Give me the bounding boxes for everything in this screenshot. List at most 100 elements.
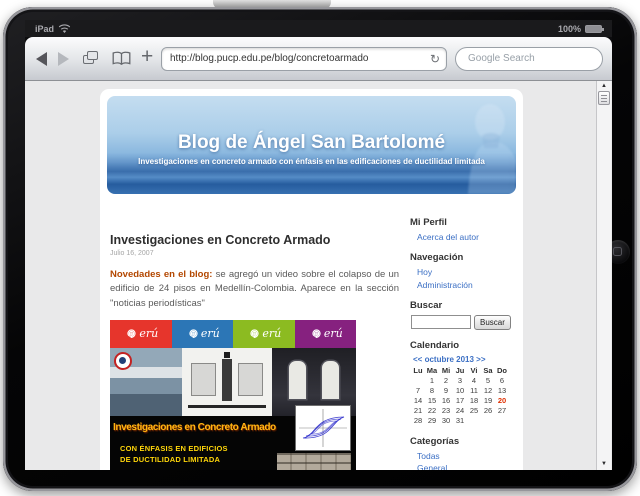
sidebar-link-acerca-del-autor[interactable]: Acerca del autor (417, 232, 518, 242)
hysteresis-chart-image (295, 405, 351, 451)
scrollbar[interactable]: ▲ ▼ (596, 81, 611, 470)
scrollbar-thumb[interactable] (598, 91, 610, 105)
sidebar-link-todas[interactable]: Todas (417, 451, 518, 461)
post-title: Investigaciones en Concreto Armado (110, 233, 399, 247)
post-lead: Novedades en el blog: (110, 269, 212, 280)
calendar-day: 25 (467, 406, 481, 416)
sidebar-section-buscar: Buscar Buscar (410, 300, 518, 330)
sidebar-link-administracion[interactable]: Administración (417, 280, 518, 290)
post-body: Novedades en el blog: se agregó un video… (110, 268, 399, 311)
peru-spiral-icon (185, 325, 202, 342)
sidebar-search-input[interactable] (411, 315, 471, 329)
scroll-up-arrow[interactable]: ▲ (597, 83, 611, 89)
calendar-day-header: Ju (453, 366, 467, 376)
search-field[interactable]: Google Search (455, 47, 603, 71)
calendar-day: 30 (439, 416, 453, 426)
status-bar: iPad 100% (25, 20, 612, 37)
calendar-day: 27 (495, 406, 509, 416)
calendar-prev-link[interactable]: << (413, 355, 422, 364)
calendar-day: 31 (453, 416, 467, 426)
calendar-day: 23 (439, 406, 453, 416)
pages-icon[interactable] (83, 51, 99, 66)
peru-logo-strip: erú erú erú (110, 320, 356, 348)
collapsed-building-photo (110, 348, 182, 416)
calendar-day (495, 416, 509, 426)
sidebar-search-button[interactable]: Buscar (474, 315, 511, 330)
calendar-day (481, 416, 495, 426)
sidebar-section-categorias: Categorías Todas General (410, 436, 518, 471)
blog-title: Blog de Ángel San Bartolomé (107, 132, 516, 154)
peru-logo-green: erú (233, 320, 295, 348)
calendar-day: 18 (467, 396, 481, 406)
calendar-day-header: Do (495, 366, 509, 376)
calendar-day: 19 (481, 396, 495, 406)
add-tab-button[interactable]: + (141, 45, 153, 69)
peru-spiral-icon (308, 325, 325, 342)
calendar-day: 22 (425, 406, 439, 416)
sidebar-section-mi-perfil: Mi Perfil Acerca del autor (410, 217, 518, 242)
forward-button[interactable] (58, 52, 69, 66)
calendar-day-header: Mi (439, 366, 453, 376)
calendar-day: 1 (425, 376, 439, 386)
calendar-next-link[interactable]: >> (476, 355, 485, 364)
concrete-frame-photo (277, 453, 351, 470)
calendar-day (467, 416, 481, 426)
device-label: iPad (35, 24, 54, 34)
test-rig-diagram (182, 348, 272, 416)
calendar-day: 14 (411, 396, 425, 406)
address-bar[interactable]: http://blog.pucp.edu.pe/blog/concretoarm… (161, 47, 447, 71)
scroll-down-arrow[interactable]: ▼ (597, 461, 611, 467)
post-date: Julio 16, 2007 (110, 250, 399, 257)
peru-spiral-icon (123, 325, 140, 342)
institution-badge-icon (114, 352, 132, 370)
collage-banner-title: Investigaciones en Concreto Armado (113, 422, 276, 433)
calendar-table: LuMaMiJuViSaDo 1234567891011121314151617… (411, 366, 509, 426)
calendar-day: 12 (481, 386, 495, 396)
calendar-month-label: octubre 2013 (425, 355, 474, 364)
calendar-day: 4 (467, 376, 481, 386)
calendar-day: 5 (481, 376, 495, 386)
calendar-day: 2 (439, 376, 453, 386)
sidebar-section-navegacion: Navegación Hoy Administración (410, 252, 518, 290)
calendar-day: 6 (495, 376, 509, 386)
calendar-day-header: Vi (467, 366, 481, 376)
page-viewport: Blog de Ángel San Bartolomé Investigacio… (25, 81, 612, 470)
calendar-day-header: Lu (411, 366, 425, 376)
bookmarks-icon[interactable] (111, 51, 132, 66)
url-text: http://blog.pucp.edu.pe/blog/concretoarm… (170, 53, 368, 64)
calendar-day: 8 (425, 386, 439, 396)
calendar-day: 13 (495, 386, 509, 396)
search-placeholder: Google Search (468, 53, 535, 64)
refresh-icon[interactable]: ↻ (430, 48, 440, 70)
sidebar-heading-categorias: Categorías (410, 436, 518, 447)
blog-subtitle: Investigaciones en concreto armado con é… (107, 157, 516, 166)
post-area: Investigaciones en Concreto Armado Julio… (110, 233, 399, 470)
collage-banner-section: Investigaciones en Concreto Armado CON É… (110, 416, 356, 470)
collage-emphasis-text: CON ÉNFASIS EN EDIFICIOS DE DUCTILIDAD L… (120, 443, 228, 466)
calendar-day: 3 (453, 376, 467, 386)
sidebar-link-hoy[interactable]: Hoy (417, 267, 518, 277)
back-button[interactable] (36, 52, 47, 66)
calendar-day: 16 (439, 396, 453, 406)
sidebar-link-general[interactable]: General (417, 463, 518, 470)
calendar-day: 26 (481, 406, 495, 416)
sidebar-heading-calendario: Calendario (410, 340, 518, 351)
sidebar: Mi Perfil Acerca del autor Navegación Ho… (410, 217, 518, 470)
peru-wordmark: erú (262, 327, 281, 340)
calendar-day: 10 (453, 386, 467, 396)
peru-wordmark: erú (139, 327, 158, 340)
peru-logo-red: erú (110, 320, 172, 348)
sidebar-heading-buscar: Buscar (410, 300, 518, 311)
browser-toolbar: + http://blog.pucp.edu.pe/blog/concretoa… (25, 37, 612, 81)
wifi-icon (58, 24, 71, 34)
calendar-day-header: Sa (481, 366, 495, 376)
peru-spiral-icon (246, 325, 263, 342)
sidebar-heading-mi-perfil: Mi Perfil (410, 217, 518, 228)
calendar-day-header: Ma (425, 366, 439, 376)
peru-logo-blue: erú (172, 320, 234, 348)
home-button-icon (613, 247, 622, 256)
battery-percent: 100% (558, 24, 581, 34)
calendar-day: 29 (425, 416, 439, 426)
sidebar-section-calendario: Calendario << octubre 2013 >> LuMaMiJuVi… (410, 340, 518, 426)
peru-wordmark: erú (324, 327, 343, 340)
